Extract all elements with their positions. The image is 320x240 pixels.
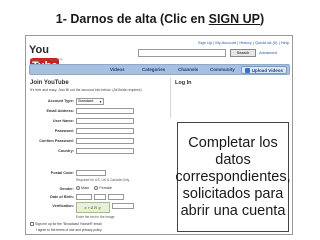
dob-day-select[interactable] (94, 194, 106, 200)
gender-options: Male Female (76, 186, 112, 190)
dob-year-select[interactable] (108, 194, 124, 200)
top-links[interactable]: Sign Up | My Account | History | QuickLi… (198, 40, 289, 45)
instruction-callout: Completar los datos correspondientes, so… (175, 122, 291, 232)
username-field[interactable] (76, 118, 134, 124)
search-button[interactable]: Search (230, 49, 256, 57)
country-select[interactable] (76, 148, 134, 154)
login-panel: Log In (170, 78, 290, 118)
sign-up-link[interactable]: SIGN UP (209, 12, 260, 26)
upload-icon (244, 68, 250, 73)
gender-female-label: Female (99, 186, 112, 190)
logo-you: You (29, 44, 49, 56)
password-field[interactable] (76, 128, 134, 134)
postal-code-label: Postal Code: (50, 171, 74, 175)
upload-label: Upload Videos (251, 68, 283, 73)
date-of-birth-label: Date of Birth: (49, 195, 74, 199)
email-signup-row: Sign me up for the "Broadcast Yourself" … (30, 222, 101, 226)
tab-channels[interactable]: Channels (178, 65, 198, 76)
upload-videos-button[interactable]: Upload Videos (240, 66, 287, 74)
email-signup-checkbox[interactable] (30, 222, 34, 226)
gender-male-radio[interactable] (76, 186, 80, 190)
dob-month-select[interactable] (76, 194, 92, 200)
youtube-logo[interactable]: YouTube (29, 42, 73, 74)
title-prefix: 1- Darnos de alta (Clic en (55, 12, 209, 26)
gender-male-label: Male (81, 186, 90, 190)
captcha-image: xr4Rq (76, 202, 110, 213)
callout-text: Completar los datos correspondientes, so… (175, 134, 291, 219)
confirm-password-field[interactable] (76, 138, 134, 144)
gender-label: Gender: (59, 187, 74, 191)
postal-code-field[interactable] (76, 170, 106, 176)
confirm-password-label: Confirm Password: (39, 139, 74, 143)
join-title: Join YouTube (30, 80, 69, 86)
captcha-hint: Enter the text in the image (76, 215, 115, 219)
join-subtitle: It's free and easy. Just fill out the ac… (30, 88, 142, 92)
tab-categories[interactable]: Categories (142, 65, 165, 76)
chevron-down-icon: ▼ (99, 100, 102, 104)
postal-code-hint: Required for US, UK & Canada Only (76, 178, 130, 182)
verification-label: Verification: (52, 204, 74, 208)
slide-title: 1- Darnos de alta (Clic en SIGN UP) (0, 12, 320, 26)
account-type-label: Account Type: (47, 99, 74, 103)
account-type-select[interactable]: Standard ▼ (76, 98, 104, 105)
title-suffix: ) (260, 12, 265, 26)
advanced-search-link[interactable]: Advanced (259, 50, 277, 55)
login-title: Log In (175, 80, 192, 86)
country-label: Country: (58, 149, 74, 153)
gender-female-radio[interactable] (94, 186, 99, 190)
search-bar: Search Advanced (138, 49, 288, 58)
logo-tagline: Broadcast Yourself™ (30, 58, 63, 62)
tab-community[interactable]: Community (210, 65, 235, 76)
terms-agreement: I agree to the terms of use and privacy … (36, 228, 103, 232)
username-label: User Name: (52, 119, 74, 123)
password-label: Password: (54, 129, 74, 133)
email-signup-label: Sign me up for the "Broadcast Yourself" … (35, 222, 102, 226)
youtube-screenshot: YouTube Broadcast Yourself™ Sign Up | My… (25, 35, 293, 235)
tab-videos[interactable]: Videos (110, 65, 125, 76)
search-input[interactable] (138, 49, 226, 57)
account-type-value: Standard (78, 99, 94, 103)
email-label: Email Address: (46, 109, 74, 113)
captcha-field[interactable] (112, 203, 134, 209)
main-nav: Videos Categories Channels Community Upl… (29, 64, 290, 75)
email-field[interactable] (76, 108, 134, 114)
